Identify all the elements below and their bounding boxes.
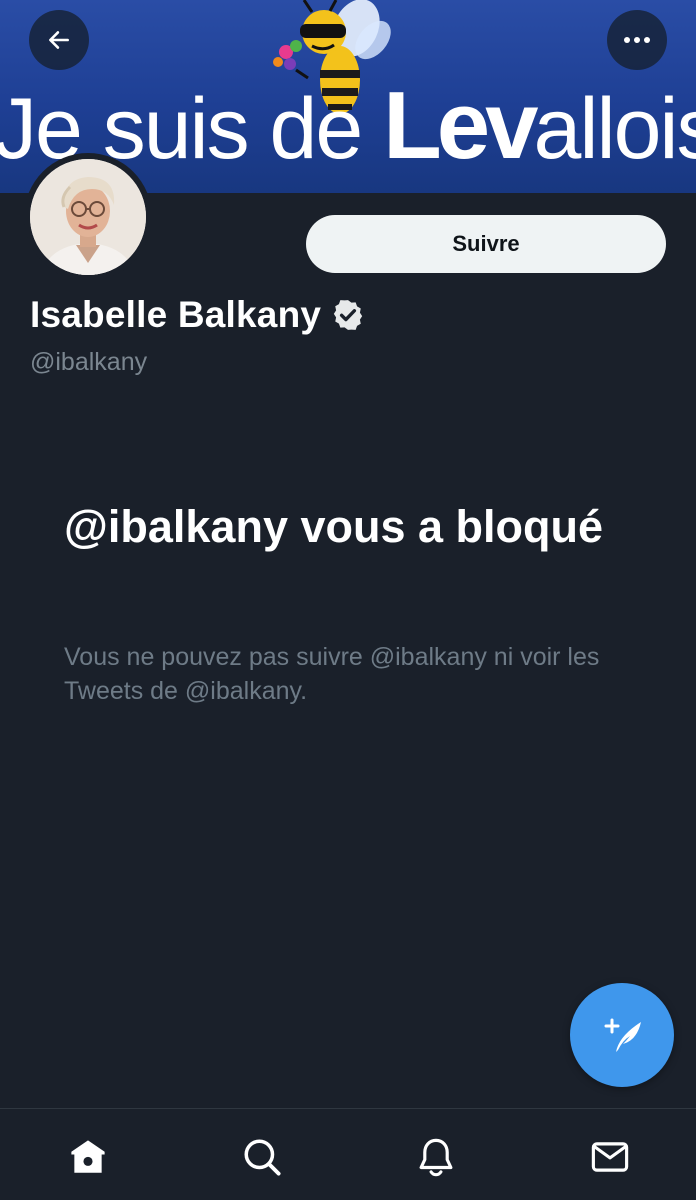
bell-icon bbox=[419, 1138, 453, 1177]
blocked-description: Vous ne pouvez pas suivre @ibalkany ni v… bbox=[64, 643, 600, 705]
avatar[interactable] bbox=[24, 153, 152, 281]
home-icon bbox=[71, 1140, 105, 1173]
profile-name: Isabelle Balkany bbox=[30, 294, 322, 335]
search-icon bbox=[244, 1139, 281, 1176]
compose-tweet-icon bbox=[604, 1018, 641, 1052]
nav-search[interactable] bbox=[240, 1135, 284, 1179]
bottom-navigation bbox=[0, 1108, 696, 1200]
banner-text-part: allois bbox=[533, 81, 696, 177]
more-options-button[interactable] bbox=[607, 10, 667, 70]
profile-page: Je suis de Levalloi s bbox=[0, 0, 696, 1200]
follow-button[interactable]: Suivre bbox=[306, 215, 666, 273]
banner-text-bold: Lev bbox=[383, 72, 538, 179]
profile-handle: @ibalkany bbox=[30, 348, 148, 376]
mail-icon bbox=[591, 1142, 629, 1172]
back-button[interactable] bbox=[29, 10, 89, 70]
compose-tweet-button[interactable] bbox=[570, 983, 674, 1087]
nav-notifications[interactable] bbox=[414, 1135, 458, 1179]
back-arrow-icon bbox=[49, 31, 69, 49]
nav-home[interactable] bbox=[66, 1135, 110, 1179]
verified-badge-icon bbox=[333, 300, 363, 330]
blocked-title: @ibalkany vous a bloqué bbox=[64, 501, 604, 552]
avatar-photo bbox=[30, 159, 146, 275]
nav-messages[interactable] bbox=[588, 1135, 632, 1179]
more-horizontal-icon bbox=[624, 37, 650, 43]
profile-name-row: Isabelle Balkany bbox=[30, 294, 365, 336]
